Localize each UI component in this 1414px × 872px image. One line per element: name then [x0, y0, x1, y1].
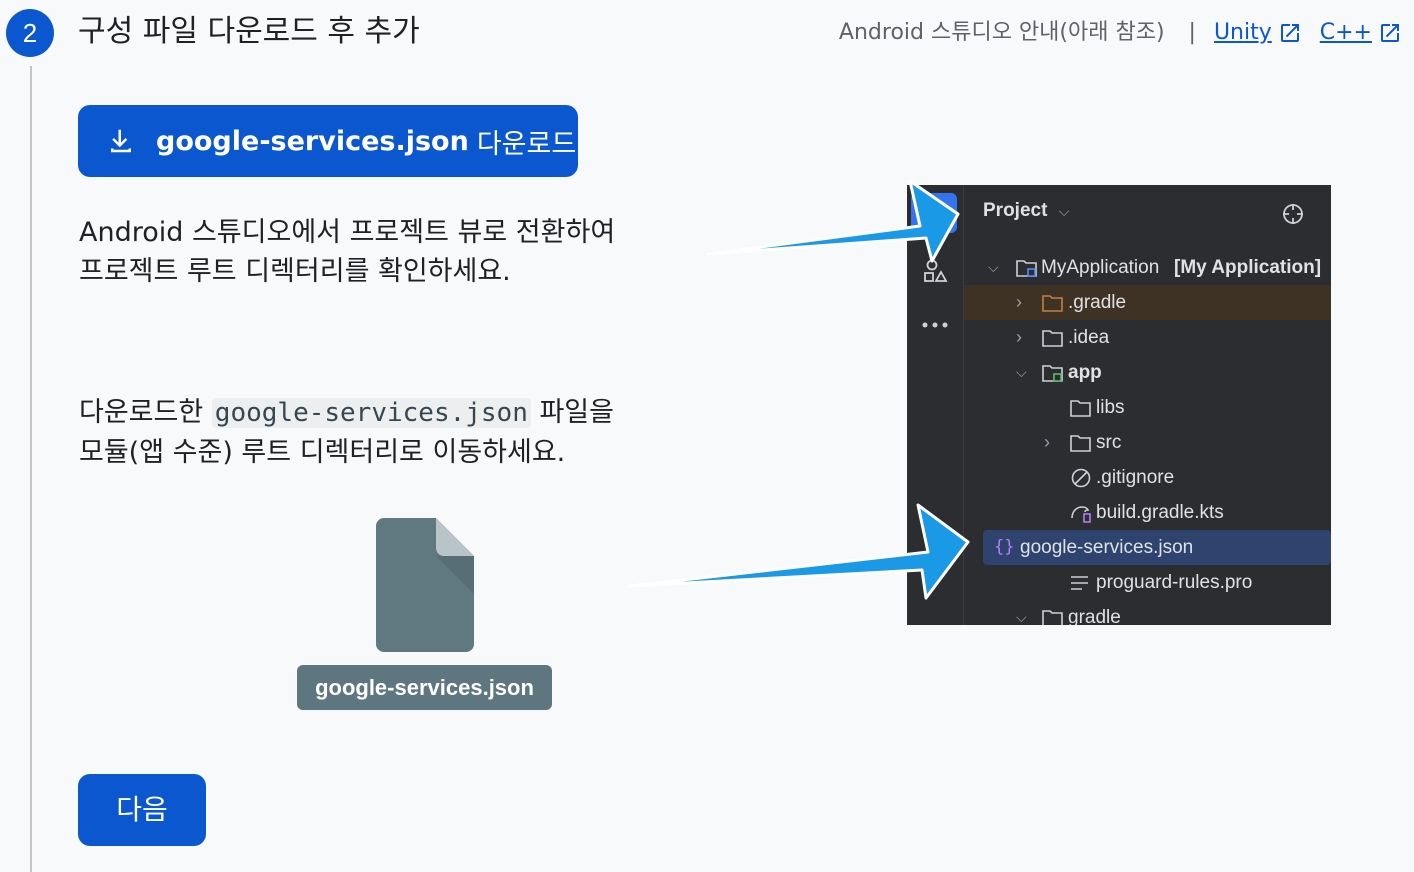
external-link-icon: [1381, 24, 1399, 42]
android-guide-text: Android 스튜디오 안내(아래 참조): [838, 20, 1165, 45]
instruction-line-3: 다운로드한 google-services.json 파일을: [79, 393, 679, 433]
instruction-line-1: Android 스튜디오에서 프로젝트 뷰로 전환하여: [79, 217, 616, 248]
text-file-icon: [1071, 576, 1088, 590]
tree-item-label: .gitignore: [1096, 467, 1175, 488]
tree-item-label: libs: [1096, 397, 1125, 418]
filename-code: google-services.json: [211, 398, 531, 428]
root-project-bracket: [My Application]: [1174, 257, 1322, 278]
tree-item-label: build.gradle.kts: [1096, 502, 1224, 523]
folder-icon: [1042, 330, 1063, 347]
chevron-down-icon: ⌵: [1016, 609, 1027, 625]
tree-item-label: app: [1068, 362, 1102, 383]
instruction-line-4: 모듈(앱 수준) 루트 디렉터리로 이동하세요.: [79, 437, 566, 468]
chevron-right-icon: ›: [1016, 292, 1022, 312]
tree-item-label: src: [1096, 432, 1122, 453]
download-config-button[interactable]: google-services.json 다운로드: [78, 105, 578, 177]
chevron-down-icon: ⌵: [1058, 203, 1070, 219]
project-view-title: Project: [983, 200, 1048, 221]
module-folder-icon: [1042, 365, 1063, 382]
instruction-move-file: 다운로드한 google-services.json 파일을 모듈(앱 수준) …: [79, 393, 679, 472]
root-project-name: MyApplication: [1041, 257, 1160, 278]
module-folder-icon: [1016, 260, 1037, 277]
instruction-line-2: 프로젝트 루트 디렉터리를 확인하세요.: [79, 256, 511, 287]
folder-icon: [1070, 400, 1091, 417]
step-connector-line: [30, 66, 32, 872]
folder-icon: [1042, 295, 1063, 312]
gradle-script-icon: [1071, 506, 1091, 523]
unity-link-label: Unity: [1213, 20, 1272, 45]
file-document-icon: [376, 518, 474, 652]
cpp-link[interactable]: C++: [1320, 16, 1402, 50]
tree-item-gitignore: .gitignore: [964, 460, 1331, 495]
tree-item-build-gradle: build.gradle.kts: [964, 495, 1331, 530]
folder-icon: [1070, 435, 1091, 452]
tree-item-label: google-services.json: [1020, 537, 1194, 558]
android-studio-project-panel: Project ⌵ ⌵ MyApplication [My Applicatio…: [907, 185, 1331, 625]
ignore-icon: [1071, 468, 1091, 488]
download-icon: [111, 129, 131, 153]
download-button-action: 다운로드: [476, 128, 577, 160]
external-link-icon: [1280, 24, 1299, 42]
shapes-icon: [924, 259, 948, 282]
header-links: Android 스튜디오 안내(아래 참조) | Unity C++: [839, 16, 1402, 50]
chevron-right-icon: ›: [1016, 327, 1022, 347]
ide-tool-strip: [907, 185, 964, 625]
chevron-right-icon: ›: [1044, 432, 1050, 452]
tree-item-label: proguard-rules.pro: [1096, 572, 1253, 593]
json-braces-icon: {}: [994, 537, 1015, 557]
chevron-down-icon: ⌵: [1016, 364, 1027, 380]
tree-root-myapplication: ⌵ MyApplication [My Application]: [964, 250, 1331, 285]
project-view-header: Project ⌵: [983, 200, 1069, 222]
tree-item-gradle: ⌵ gradle: [964, 600, 1331, 625]
step-number-badge: 2: [6, 9, 54, 57]
folder-icon: [1042, 610, 1063, 625]
tree-item-src: › src: [964, 425, 1331, 460]
tree-item-label: .gradle: [1068, 292, 1127, 313]
tree-item-app: ⌵ app: [964, 355, 1331, 390]
more-icon: [922, 322, 948, 328]
link-separator: |: [1188, 20, 1196, 45]
download-button-filename: google-services.json: [156, 125, 469, 157]
instruction-line-3-prefix: 다운로드한: [79, 397, 204, 428]
file-name-label: google-services.json: [297, 665, 552, 710]
tree-item-dot-gradle: › .gradle: [964, 285, 1331, 320]
instruction-line-3-suffix: 파일을: [539, 397, 614, 428]
chevron-down-icon: ⌵: [988, 259, 999, 275]
tree-item-label: .idea: [1068, 327, 1110, 348]
target-icon: [1283, 204, 1303, 224]
step-title: 구성 파일 다운로드 후 추가: [78, 14, 420, 49]
tree-item-proguard: proguard-rules.pro: [964, 565, 1331, 600]
unity-link[interactable]: Unity: [1214, 16, 1302, 50]
tree-item-idea: › .idea: [964, 320, 1331, 355]
cpp-link-label: C++: [1319, 20, 1372, 45]
next-button[interactable]: 다음: [78, 774, 206, 846]
instruction-switch-view: Android 스튜디오에서 프로젝트 뷰로 전환하여 프로젝트 루트 디렉터리…: [79, 213, 679, 291]
project-tool-button: [911, 193, 957, 233]
tree-item-label: gradle: [1068, 607, 1121, 625]
tree-item-google-services-json: {} google-services.json: [983, 530, 1331, 565]
tree-item-libs: libs: [964, 390, 1331, 425]
